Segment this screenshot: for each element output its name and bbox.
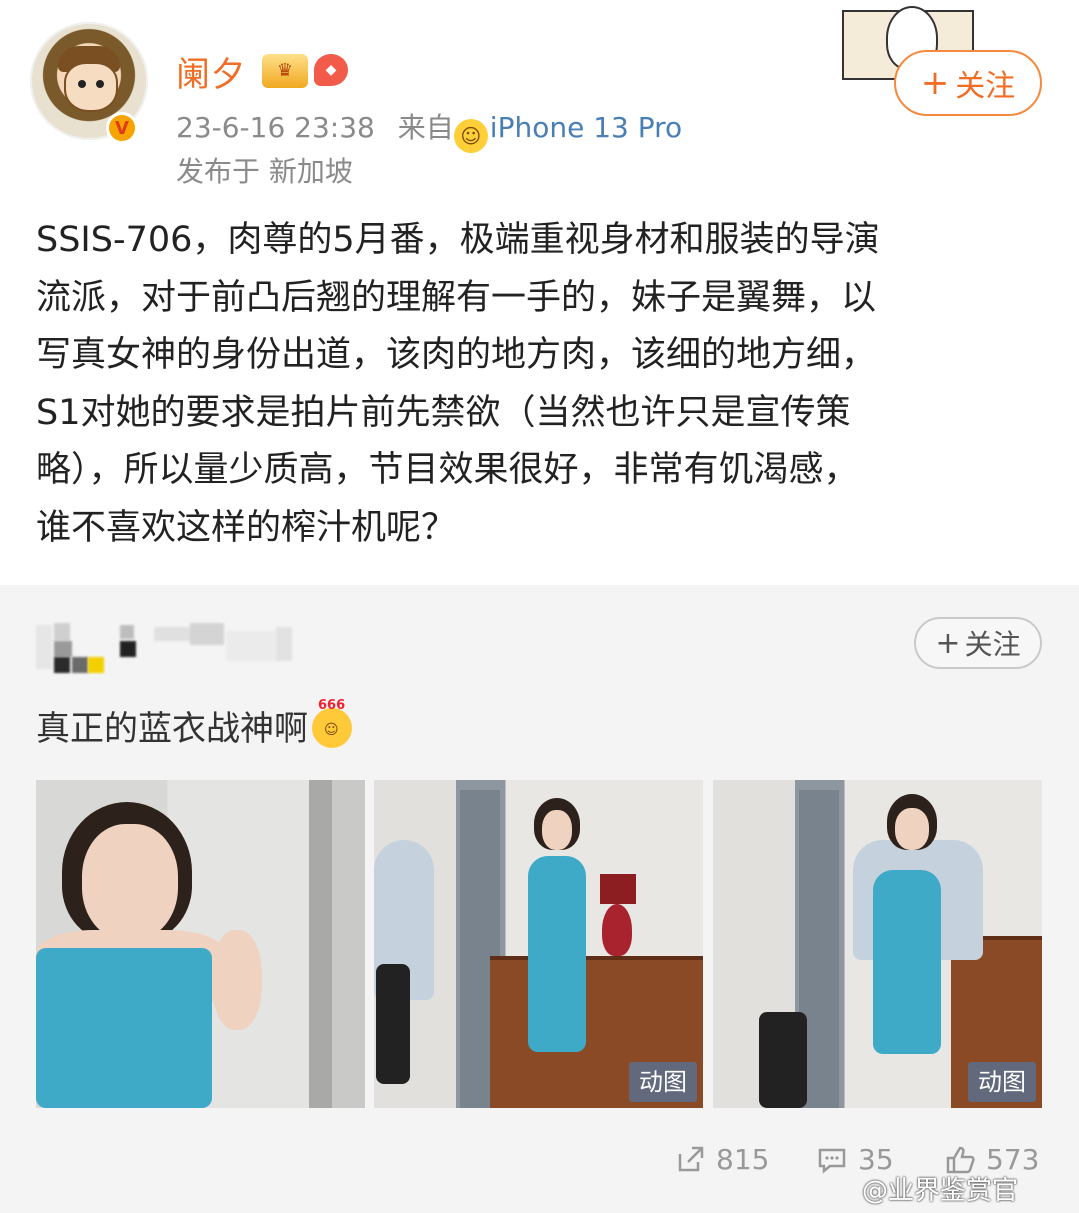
figure-dress: [36, 948, 212, 1108]
share-button[interactable]: 815: [674, 1143, 769, 1176]
post-text: SSIS-706，肉尊的5月番，极端重视身材和服装的导演 流派，对于前凸后翘的理…: [36, 212, 1036, 557]
post-meta: 23-6-16 23:38 来自 ☺ iPhone 13 Pro: [176, 106, 682, 153]
plus-icon: +: [935, 625, 961, 661]
repost-text-content: 真正的蓝衣战神啊: [36, 709, 308, 749]
comment-icon: [818, 1148, 846, 1174]
scene-suitcase: [376, 964, 410, 1084]
fan-badge-icon: ◆: [314, 54, 348, 86]
figure-dress: [528, 856, 586, 1052]
figure-face: [82, 824, 178, 940]
gif-badge: 动图: [629, 1062, 697, 1102]
blur-block: [88, 657, 104, 673]
blur-block: [54, 641, 72, 657]
gif-badge: 动图: [968, 1062, 1036, 1102]
figure-face: [895, 808, 929, 850]
reposted-content[interactable]: + 关注 真正的蓝衣战神啊 666 ☺ 动图 动图 815 35 573: [0, 585, 1079, 1213]
post-text-line: 谁不喜欢这样的榨汁机呢？: [36, 507, 457, 548]
source-prefix: 来自: [397, 111, 454, 144]
repost-follow-button[interactable]: + 关注: [914, 617, 1042, 669]
plus-icon: +: [920, 63, 950, 103]
emoji-label: 666: [318, 698, 346, 713]
figure-dress: [873, 870, 941, 1054]
gif-thumbnail[interactable]: 动图: [713, 780, 1042, 1108]
username[interactable]: 阑夕: [176, 47, 246, 96]
post-text-line: 写真女神的身份出道，该肉的地方肉，该细的地方细，: [36, 335, 877, 375]
scene-lamp: [602, 904, 632, 956]
smile-emoji-icon: ☺: [453, 119, 488, 153]
repost-text: 真正的蓝衣战神啊 666 ☺: [36, 698, 352, 750]
blur-block: [154, 627, 194, 641]
device-link[interactable]: iPhone 13 Pro: [490, 111, 682, 144]
post-text-line: SSIS-706，肉尊的5月番，极端重视身材和服装的导演: [36, 220, 880, 260]
blur-block: [36, 625, 52, 669]
gif-thumbnail[interactable]: 动图: [374, 780, 703, 1108]
verified-badge-icon: V: [106, 112, 138, 144]
post-text-line: 略），所以量少质高，节目效果很好，非常有饥渴感，: [36, 450, 859, 490]
scene-suitcase: [759, 1012, 807, 1108]
repost-follow-label: 关注: [964, 628, 1021, 661]
scene-lamp-shade: [600, 874, 636, 904]
photo-thumbnail[interactable]: [36, 780, 365, 1108]
figure-hand: [212, 930, 262, 1030]
blur-block: [120, 625, 134, 639]
avatar-eye-left: [78, 80, 86, 88]
avatar-face: [64, 62, 118, 112]
post-timestamp: 23-6-16 23:38: [176, 111, 375, 144]
666-emoji-icon: 666 ☺: [312, 698, 352, 748]
blur-block: [276, 627, 292, 661]
avatar-eye-right: [96, 80, 104, 88]
post-location: 发布于 新加坡: [176, 155, 353, 188]
blur-block: [54, 657, 70, 673]
post-text-line: 流派，对于前凸后翘的理解有一手的，妹子是翼舞，以: [36, 277, 877, 318]
original-post: V 阑夕 ♛ ◆ 23-6-16 23:38 来自 ☺ iPhone 13 Pro …: [0, 0, 1079, 585]
blurred-username: [36, 621, 292, 675]
follow-button[interactable]: + 关注: [894, 50, 1042, 116]
blur-block: [190, 623, 224, 645]
post-text-line: S1对她的要求是拍片前先禁欲（当然也许只是宣传策: [36, 392, 851, 433]
follow-button-label: 关注: [955, 69, 1016, 104]
blur-block: [72, 657, 88, 673]
share-count: 815: [716, 1143, 770, 1176]
share-icon: [678, 1146, 704, 1171]
blur-block: [226, 631, 276, 661]
watermark: @业界鉴赏官: [862, 1176, 1019, 1206]
blur-block: [120, 641, 136, 657]
figure-face: [542, 810, 572, 850]
blur-block: [54, 623, 70, 641]
vip-crown-icon: ♛: [262, 54, 308, 88]
